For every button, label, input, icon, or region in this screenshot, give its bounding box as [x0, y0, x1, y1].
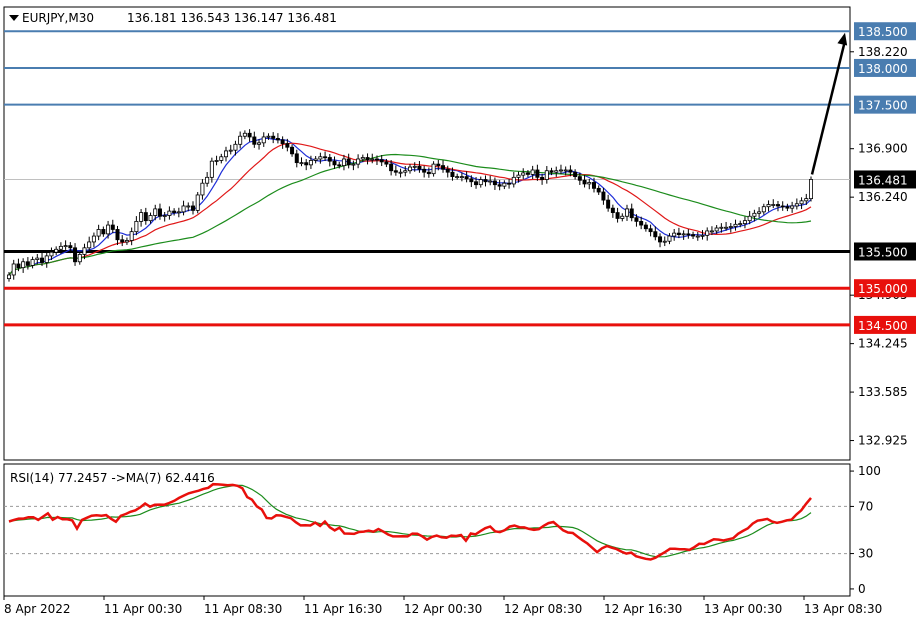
current-price-text: 136.481 [858, 173, 908, 187]
y-tick-label-5: 133.585 [858, 385, 908, 399]
level-label-text-5: 134.500 [858, 319, 908, 333]
level-label-1: 138.000 [854, 58, 916, 77]
chart-canvas[interactable]: EURJPY,M30 136.181 136.543 136.147 136.4… [0, 0, 923, 629]
current-price-label: 136.481 [854, 170, 916, 189]
x-tick-label-3: 11 Apr 16:30 [304, 602, 382, 616]
x-tick-label-4: 12 Apr 00:30 [404, 602, 482, 616]
level-label-2: 137.500 [854, 95, 916, 114]
y-tick-label-4: 134.245 [858, 337, 908, 351]
level-label-text-1: 138.000 [858, 62, 908, 76]
rsi-tick-label-1: 70 [858, 499, 873, 513]
level-label-text-4: 135.000 [858, 282, 908, 296]
rsi-header: RSI(14) 77.2457 ->MA(7) 62.4416 [10, 471, 215, 485]
ohlc-values: 136.181 136.543 136.147 136.481 [127, 11, 337, 25]
candle-40 [195, 192, 200, 214]
rsi-tick-label-3: 0 [858, 582, 866, 596]
chart-header: EURJPY,M30 136.181 136.543 136.147 136.4… [9, 11, 337, 25]
symbol-timeframe: EURJPY,M30 [22, 11, 94, 25]
x-tick-label-0: 8 Apr 2022 [4, 602, 71, 616]
y-tick-label-2: 136.240 [858, 190, 908, 204]
level-label-text-3: 135.500 [858, 245, 908, 259]
x-tick-label-1: 11 Apr 00:30 [104, 602, 182, 616]
candle-170 [809, 176, 814, 202]
level-label-text-0: 138.500 [858, 25, 908, 39]
level-label-5: 134.500 [854, 315, 916, 334]
y-tick-label-0: 138.220 [858, 45, 908, 59]
x-tick-label-2: 11 Apr 08:30 [204, 602, 282, 616]
x-tick-label-6: 12 Apr 16:30 [604, 602, 682, 616]
rsi-axis: 100 70 30 0 [850, 464, 881, 596]
time-axis: 8 Apr 2022 11 Apr 00:30 11 Apr 08:30 11 Apr… [3, 596, 882, 616]
x-tick-label-5: 12 Apr 08:30 [504, 602, 582, 616]
rsi-tick-label-2: 30 [858, 547, 873, 561]
y-tick-label-6: 132.925 [858, 434, 908, 448]
level-label-0: 138.500 [854, 22, 916, 41]
x-tick-label-8: 13 Apr 08:30 [804, 602, 882, 616]
y-tick-label-1: 136.900 [858, 142, 908, 156]
level-label-3: 135.500 [854, 242, 916, 261]
rsi-tick-label-0: 100 [858, 464, 881, 478]
level-label-4: 135.000 [854, 279, 916, 298]
x-tick-label-7: 13 Apr 00:30 [704, 602, 782, 616]
level-label-text-2: 137.500 [858, 99, 908, 113]
